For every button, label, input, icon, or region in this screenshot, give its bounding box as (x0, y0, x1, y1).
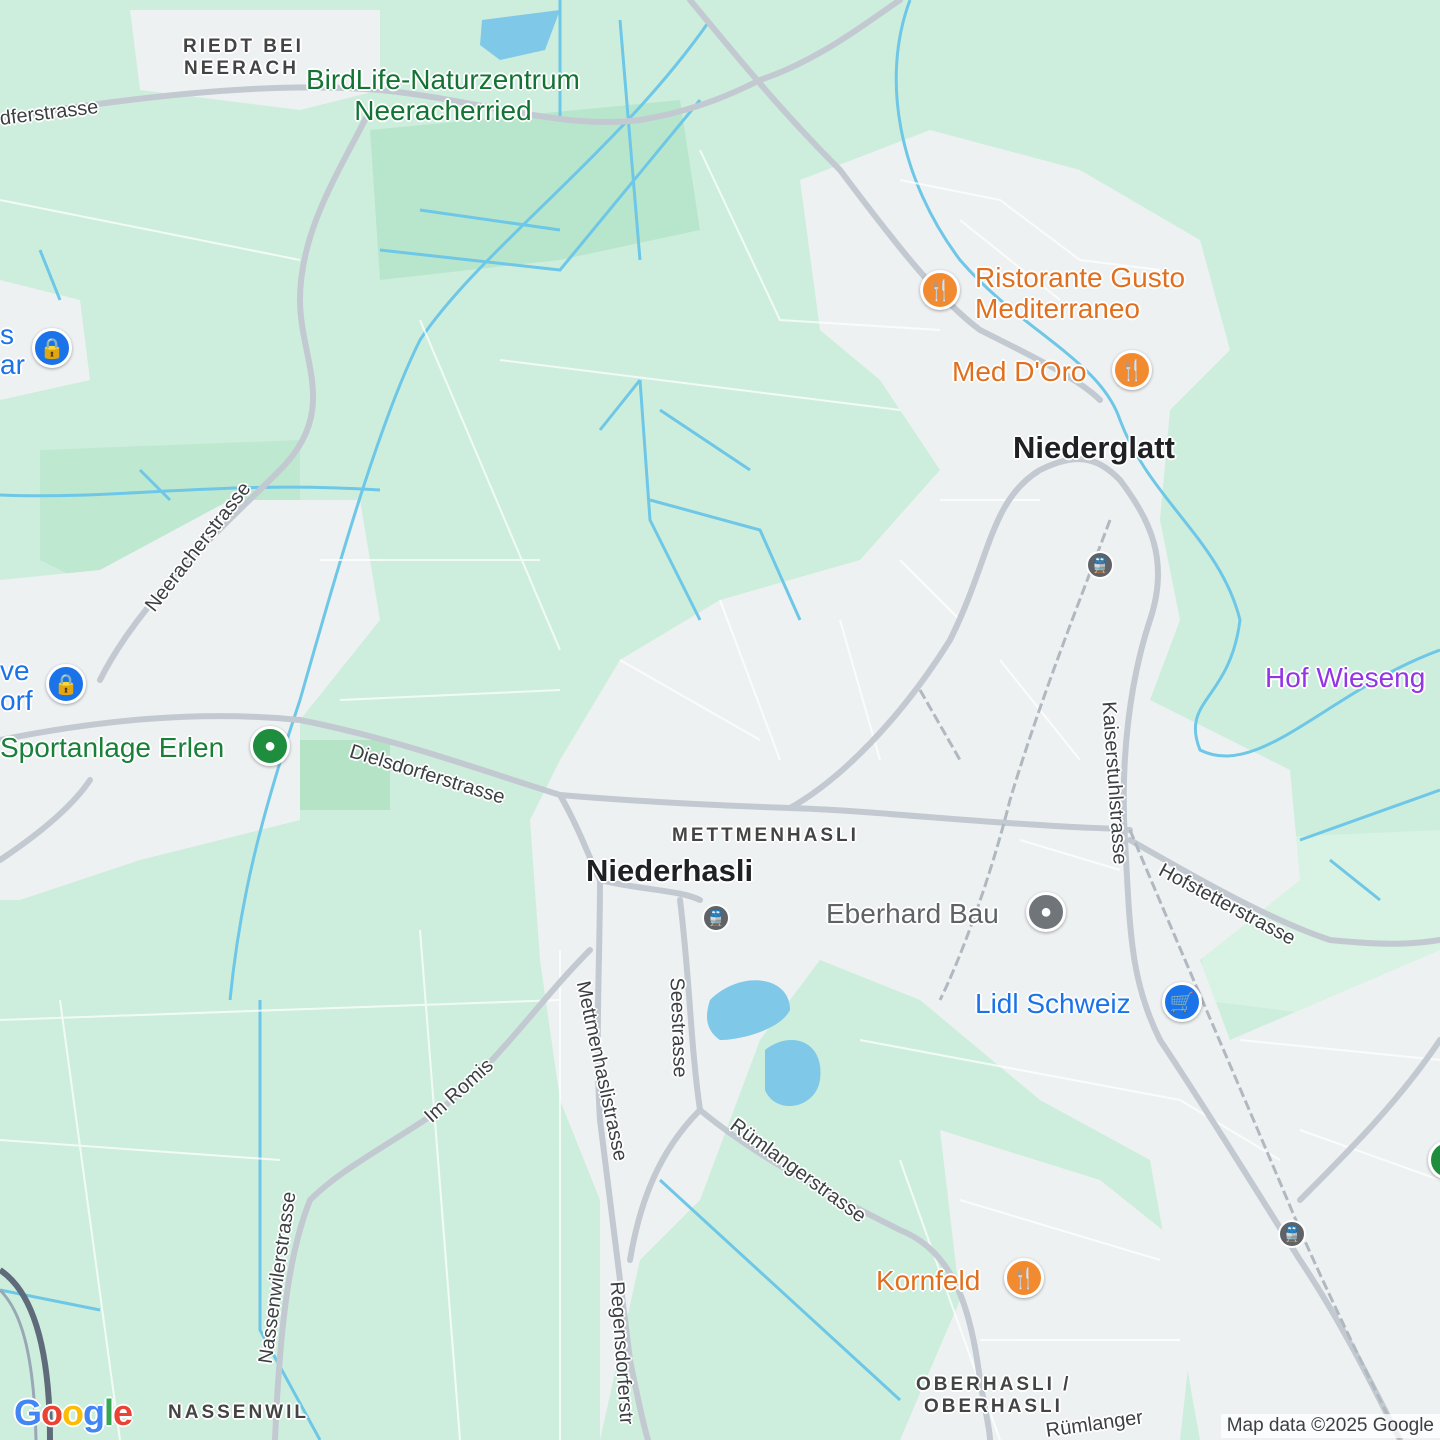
restaurant-icon[interactable]: 🍴 (1112, 350, 1152, 390)
shopping-bag-icon[interactable]: 🔒 (46, 664, 86, 704)
park-icon[interactable]: ● (250, 726, 290, 766)
hamlet-label-oberhasli-2: OBERHASLI (924, 1396, 1063, 1417)
poi-birdlife[interactable]: BirdLife-Naturzentrum Neeracherried (306, 64, 580, 126)
map-base-layer (0, 0, 1440, 1440)
hamlet-label-riedt: RIEDT BEI (183, 36, 304, 57)
google-logo: Google (14, 1392, 133, 1433)
poi-med-doro[interactable]: Med D'Oro (952, 356, 1087, 388)
town-label-niederhasli[interactable]: Niederhasli (586, 853, 753, 889)
poi-birdlife-label-2: Neeracherried (354, 95, 532, 126)
train-station-icon[interactable]: 🚆 (702, 904, 730, 932)
poi-hof-wiesen[interactable]: Hof Wieseng (1265, 662, 1425, 694)
poi-left-top-label-1: s (0, 319, 14, 350)
train-station-icon[interactable]: 🚆 (1278, 1220, 1306, 1248)
poi-left-mid[interactable]: ve orf (0, 656, 33, 716)
poi-birdlife-label-1: BirdLife-Naturzentrum (306, 64, 580, 95)
poi-ristorante-gusto[interactable]: Ristorante Gusto Mediterraneo (975, 262, 1185, 324)
restaurant-icon[interactable]: 🍴 (920, 270, 960, 310)
train-station-icon[interactable]: 🚆 (1086, 551, 1114, 579)
shopping-bag-icon[interactable]: 🔒 (32, 328, 72, 368)
poi-sportanlage-erlen[interactable]: Sportanlage Erlen (0, 732, 224, 764)
place-icon[interactable]: ● (1026, 892, 1066, 932)
poi-left-top-label-2: ar (0, 349, 25, 380)
hamlet-label-neerach: NEERACH (184, 58, 299, 79)
street-label-seestrasse: Seestrasse (665, 977, 691, 1078)
map-attribution[interactable]: Map data ©2025 Google (1220, 1414, 1440, 1438)
town-label-niederglatt[interactable]: Niederglatt (1013, 430, 1175, 466)
poi-ristorante-label-2: Mediterraneo (975, 293, 1140, 324)
hamlet-label-mettmenhasli: METTMENHASLI (672, 825, 859, 846)
poi-ristorante-label-1: Ristorante Gusto (975, 262, 1186, 293)
shopping-cart-icon[interactable]: 🛒 (1162, 982, 1202, 1022)
restaurant-icon[interactable]: 🍴 (1004, 1258, 1044, 1298)
hamlet-label-oberhasli-1: OBERHASLI / (916, 1374, 1072, 1395)
poi-eberhard-bau[interactable]: Eberhard Bau (826, 898, 999, 930)
hamlet-label-nassenwil: NASSENWIL (168, 1402, 309, 1423)
poi-left-top[interactable]: s ar (0, 320, 25, 380)
poi-kornfeld[interactable]: Kornfeld (876, 1265, 980, 1297)
map-canvas[interactable]: RIEDT BEI NEERACH METTMENHASLI NASSENWIL… (0, 0, 1440, 1440)
poi-left-mid-label-2: orf (0, 685, 33, 716)
poi-left-mid-label-1: ve (0, 655, 30, 686)
poi-lidl-schweiz[interactable]: Lidl Schweiz (975, 988, 1131, 1020)
lake-see-2 (765, 1040, 821, 1107)
